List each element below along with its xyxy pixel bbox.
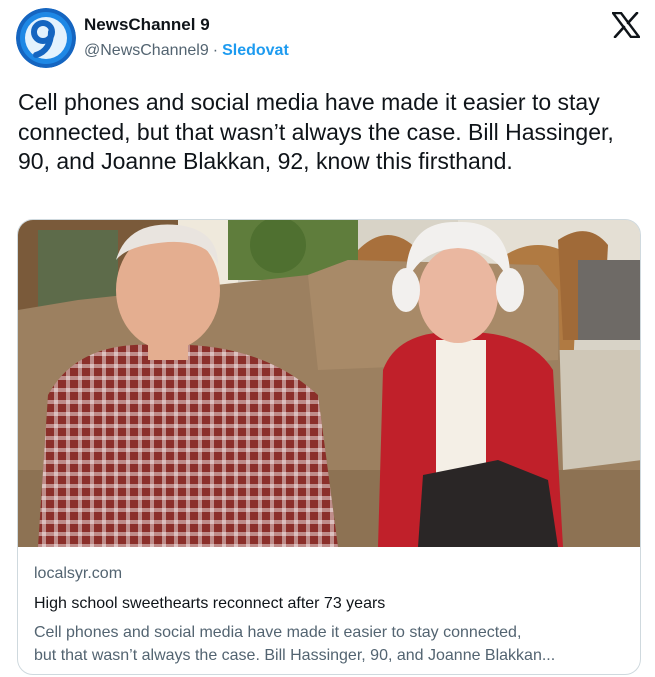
link-card[interactable]: localsyr.com High school sweethearts rec… <box>17 219 641 675</box>
card-description: Cell phones and social media have made i… <box>34 621 634 667</box>
handle[interactable]: @NewsChannel9 <box>84 42 209 59</box>
card-photo <box>18 220 640 547</box>
display-name[interactable]: NewsChannel 9 <box>84 15 210 35</box>
newschannel9-logo-icon <box>16 8 76 68</box>
avatar[interactable] <box>16 8 76 68</box>
card-title[interactable]: High school sweethearts reconnect after … <box>34 595 634 617</box>
follow-button[interactable]: Sledovat <box>222 42 289 59</box>
separator: · <box>212 42 219 59</box>
tweet-embed: NewsChannel 9 @NewsChannel9 · Sledovat Cel… <box>0 0 655 677</box>
card-description-line-1: Cell phones and social media have made i… <box>34 624 522 641</box>
card-domain[interactable]: localsyr.com <box>34 565 634 589</box>
card-meta: localsyr.com High school sweethearts rec… <box>34 565 634 667</box>
card-description-line-2: but that wasn’t always the case. Bill Ha… <box>34 647 556 664</box>
x-logo-icon[interactable] <box>611 11 641 39</box>
tweet-text: Cell phones and social media have made i… <box>18 89 614 174</box>
handle-line: @NewsChannel9 · Sledovat <box>84 42 289 60</box>
